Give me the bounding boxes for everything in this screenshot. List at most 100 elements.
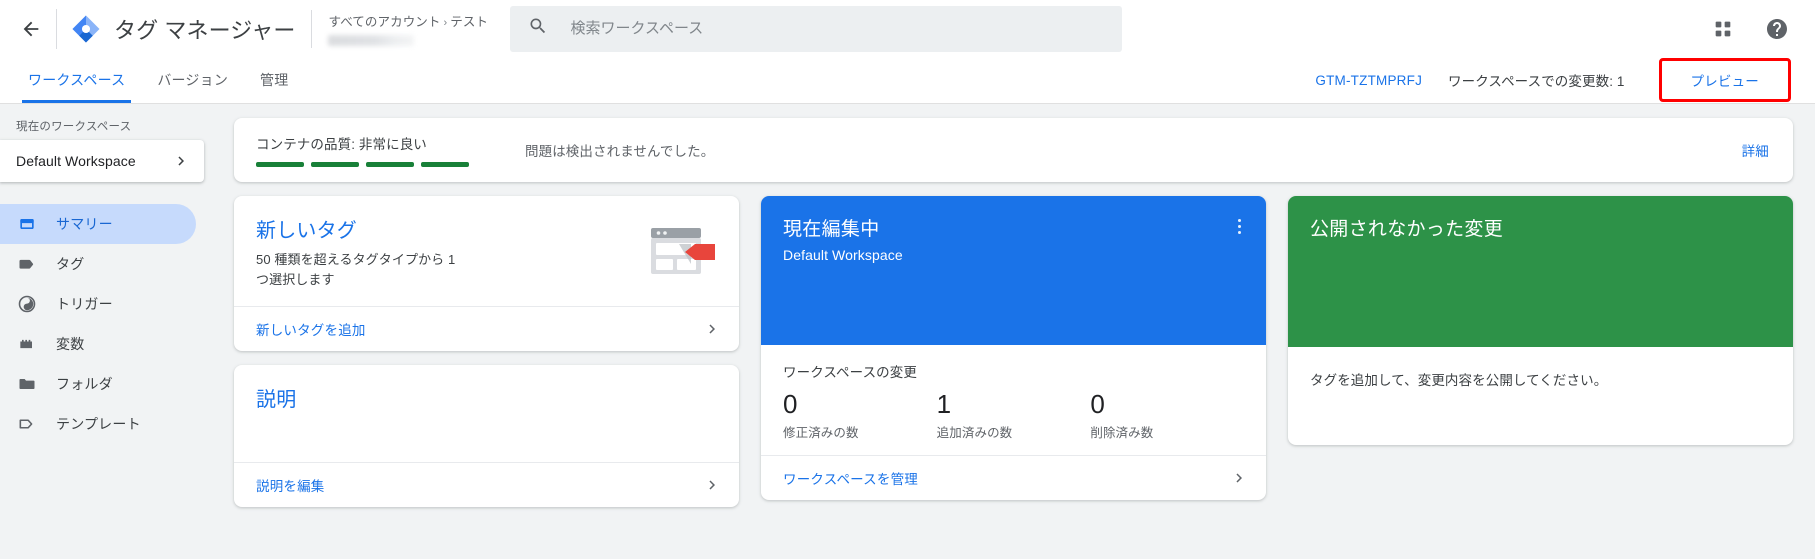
unpublished-changes-title: 公開されなかった変更	[1310, 219, 1504, 240]
stat-value: 1	[936, 389, 952, 419]
new-tag-texts: 新しいタグ 50 種類を超えるタグタイプから 1 つ選択します	[256, 214, 649, 292]
tag-icon	[16, 253, 38, 275]
sidebar-nav: サマリー タグ トリガー 変数 フォルダ テンプレート	[0, 204, 212, 444]
sidebar-item-tags[interactable]: タグ	[0, 244, 196, 284]
product-title: タグ マネージャー	[114, 17, 296, 43]
new-tag-footer[interactable]: 新しいタグを追加	[234, 306, 739, 351]
description-title: 説明	[256, 389, 297, 411]
chevron-right-icon	[703, 320, 721, 338]
workspace-changes-title: ワークスペースの変更	[783, 365, 917, 380]
summary-icon	[16, 213, 38, 235]
sidebar-item-variables[interactable]: 変数	[0, 324, 196, 364]
description-card: 説明 説明を編集	[234, 365, 739, 507]
column-left: 新しいタグ 50 種類を超えるタグタイプから 1 つ選択します 新しいタグを追加…	[234, 196, 739, 507]
stat-added: 1 追加済みの数	[937, 389, 1091, 441]
quality-message: 問題は検出されませんでした。	[525, 144, 715, 159]
column-right: 公開されなかった変更 タグを追加して、変更内容を公開してください。	[1288, 196, 1793, 445]
sidebar-section-label: 現在のワークスペース	[16, 121, 132, 133]
breadcrumb-root[interactable]: すべてのアカウント	[328, 15, 440, 29]
current-workspace-texts: 現在編集中 Default Workspace	[783, 214, 1228, 263]
quality-bar	[256, 162, 304, 167]
chevron-right-icon	[1230, 469, 1248, 487]
sidebar-item-triggers[interactable]: トリガー	[0, 284, 196, 324]
column-middle: 現在編集中 Default Workspace ワークスペースの変更 0 修正済…	[761, 196, 1266, 500]
quality-bar	[421, 162, 469, 167]
sidebar-item-label: サマリー	[56, 216, 113, 232]
stat-label: 追加済みの数	[936, 425, 1013, 440]
breadcrumb-separator-icon: ›	[443, 17, 448, 29]
stat-value: 0	[783, 389, 798, 419]
sidebar-item-folders[interactable]: フォルダ	[0, 364, 196, 404]
breadcrumb-redacted-text	[328, 35, 415, 46]
main-tab-bar: ワークスペース バージョン 管理 GTM-TZTMPRFJ ワークスペースでの変…	[0, 57, 1815, 104]
add-new-tag-link[interactable]: 新しいタグを追加	[256, 319, 366, 339]
unpublished-changes-text: タグを追加して、変更内容を公開してください。	[1310, 373, 1608, 388]
stat-modified: 0 修正済みの数	[783, 389, 937, 441]
trigger-icon	[16, 293, 38, 315]
summary-cards-grid: 新しいタグ 50 種類を超えるタグタイプから 1 つ選択します 新しいタグを追加…	[234, 196, 1793, 507]
sidebar-item-label: トリガー	[56, 296, 113, 312]
template-icon	[16, 413, 38, 435]
workspace-changes-count: ワークスペースでの変更数: 1	[1448, 74, 1625, 89]
apps-grid-icon[interactable]	[1703, 9, 1743, 49]
browser-tag-illustration-icon	[649, 214, 721, 292]
breadcrumb[interactable]: すべてのアカウント › テスト	[328, 11, 488, 46]
back-arrow-icon[interactable]	[10, 8, 52, 50]
sidebar-item-label: テンプレート	[56, 416, 141, 432]
stat-value: 0	[1090, 389, 1105, 419]
workspace-selector[interactable]: Default Workspace	[0, 140, 204, 182]
edit-description-link[interactable]: 説明を編集	[256, 475, 325, 495]
quality-summary: コンテナの品質: 非常に良い	[256, 133, 469, 167]
unpublished-changes-card: 公開されなかった変更 タグを追加して、変更内容を公開してください。	[1288, 196, 1793, 445]
tab-admin[interactable]: 管理	[244, 57, 304, 103]
container-id-link[interactable]: GTM-TZTMPRFJ	[1315, 73, 1422, 88]
unpublished-changes-body: タグを追加して、変更内容を公開してください。	[1288, 347, 1793, 445]
quality-bar	[311, 162, 359, 167]
tab-versions[interactable]: バージョン	[141, 57, 244, 103]
chevron-right-icon	[172, 152, 190, 170]
divider	[56, 8, 57, 49]
tab-label: 管理	[260, 72, 289, 88]
breadcrumb-current[interactable]: テスト	[450, 15, 488, 29]
new-tag-title: 新しいタグ	[256, 220, 357, 242]
current-workspace-card: 現在編集中 Default Workspace ワークスペースの変更 0 修正済…	[761, 196, 1266, 500]
tab-bar-actions: GTM-TZTMPRFJ ワークスペースでの変更数: 1 プレビュー	[1315, 57, 1815, 103]
tab-label: ワークスペース	[28, 72, 126, 88]
tab-label: バージョン	[157, 72, 229, 88]
top-app-bar: タグ マネージャー すべてのアカウント › テスト	[0, 0, 1815, 57]
search-icon	[528, 16, 548, 41]
workspace-changes-stats: ワークスペースの変更 0 修正済みの数 1 追加済みの数 0 削除済み数	[761, 345, 1266, 455]
quality-details-link[interactable]: 詳細	[1742, 140, 1769, 160]
sidebar-item-summary[interactable]: サマリー	[0, 204, 196, 244]
manage-workspace-footer[interactable]: ワークスペースを管理	[761, 454, 1266, 500]
quality-bar	[366, 162, 414, 167]
manage-workspace-link[interactable]: ワークスペースを管理	[783, 468, 918, 488]
stat-row: 0 修正済みの数 1 追加済みの数 0 削除済み数	[783, 389, 1244, 441]
folder-icon	[16, 373, 38, 395]
current-workspace-name: Default Workspace	[783, 247, 903, 263]
help-circle-icon[interactable]	[1757, 9, 1797, 49]
description-card-body: 説明	[234, 365, 739, 462]
new-tag-card-body: 新しいタグ 50 種類を超えるタグタイプから 1 つ選択します	[234, 196, 739, 306]
main-content: コンテナの品質: 非常に良い 問題は検出されませんでした。 詳細 新しいタグ 5…	[212, 104, 1815, 559]
new-tag-card: 新しいタグ 50 種類を超えるタグタイプから 1 つ選択します 新しいタグを追加	[234, 196, 739, 351]
sidebar-item-label: 変数	[56, 336, 85, 352]
kebab-menu-icon[interactable]	[1228, 214, 1250, 238]
sidebar: 現在のワークスペース Default Workspace サマリー タグ トリガ…	[0, 104, 212, 559]
sidebar-item-label: タグ	[56, 256, 85, 272]
search-bar[interactable]	[510, 5, 1123, 52]
stat-label: 修正済みの数	[783, 425, 859, 440]
top-bar-actions	[1703, 9, 1797, 49]
sidebar-item-label: フォルダ	[56, 376, 113, 392]
tab-workspace[interactable]: ワークスペース	[12, 57, 141, 103]
quality-title: コンテナの品質: 非常に良い	[256, 137, 427, 152]
search-input[interactable]	[570, 20, 1105, 37]
tag-manager-logo-icon	[71, 14, 101, 44]
container-quality-banner: コンテナの品質: 非常に良い 問題は検出されませんでした。 詳細	[234, 118, 1793, 182]
description-footer[interactable]: 説明を編集	[234, 462, 739, 507]
sidebar-item-templates[interactable]: テンプレート	[0, 404, 196, 444]
variable-icon	[16, 333, 38, 355]
preview-button[interactable]: プレビュー	[1669, 66, 1782, 94]
stat-label: 削除済み数	[1090, 425, 1154, 440]
new-tag-subtitle: 50 種類を超えるタグタイプから 1 つ選択します	[256, 252, 456, 287]
